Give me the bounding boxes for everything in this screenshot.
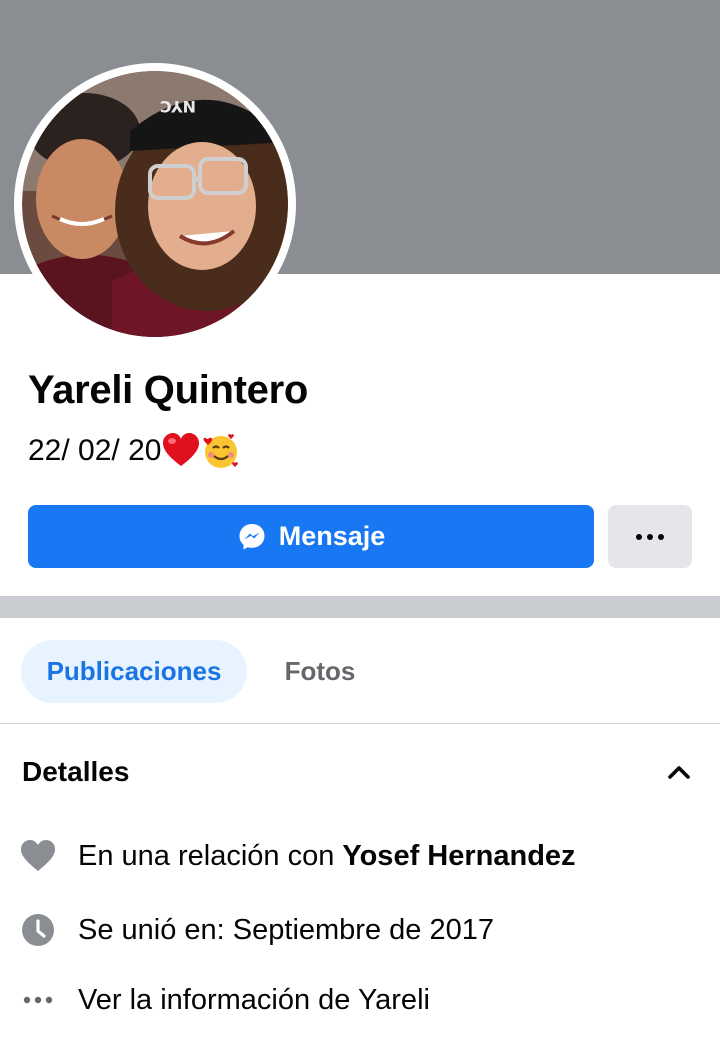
details-heading: Detalles — [22, 756, 130, 787]
tab-fotos[interactable]: Fotos — [262, 640, 378, 703]
tab-fotos-label: Fotos — [284, 656, 356, 686]
message-button-label: Mensaje — [278, 521, 386, 551]
detail-joined: Se unió en: Septiembre de 2017 — [20, 908, 700, 952]
smiling-face-with-hearts-emoji — [201, 431, 241, 471]
more-options-icon — [636, 533, 642, 540]
clock-icon — [20, 912, 56, 948]
more-options-icon-dot — [647, 533, 653, 540]
section-separator — [0, 596, 720, 618]
profile-bio: 22/ 02/ 20 — [28, 430, 241, 472]
partner-name-link[interactable]: Yosef Hernandez — [342, 840, 575, 872]
chevron-up-icon[interactable] — [664, 760, 694, 784]
profile-name: Yareli Quintero — [28, 368, 309, 412]
red-heart-emoji — [161, 431, 201, 471]
svg-text:NYC: NYC — [160, 97, 196, 116]
messenger-icon — [239, 523, 265, 549]
detail-joined-text: Se unió en: Septiembre de 2017 — [78, 913, 494, 946]
message-button[interactable]: Mensaje — [28, 505, 594, 568]
detail-see-info-text: Ver la información de Yareli — [78, 983, 430, 1016]
divider — [0, 723, 720, 724]
more-dots-icon — [20, 982, 56, 1018]
detail-relationship-label: En una relación con — [78, 839, 343, 872]
detail-relationship-text: En una relación con Yosef Hernandez — [78, 840, 576, 873]
more-options-button[interactable] — [608, 505, 692, 568]
more-options-icon-dot — [658, 533, 664, 540]
profile-photo-image: NYC — [22, 71, 288, 337]
detail-relationship[interactable]: En una relación con Yosef Hernandez — [20, 834, 700, 878]
profile-picture[interactable]: NYC — [22, 71, 288, 337]
detail-see-info[interactable]: Ver la información de Yareli — [20, 978, 700, 1022]
tab-publicaciones[interactable]: Publicaciones — [21, 640, 247, 703]
bio-text: 22/ 02/ 20 — [28, 434, 162, 467]
heart-icon — [20, 838, 56, 874]
tab-publicaciones-label: Publicaciones — [46, 656, 222, 686]
